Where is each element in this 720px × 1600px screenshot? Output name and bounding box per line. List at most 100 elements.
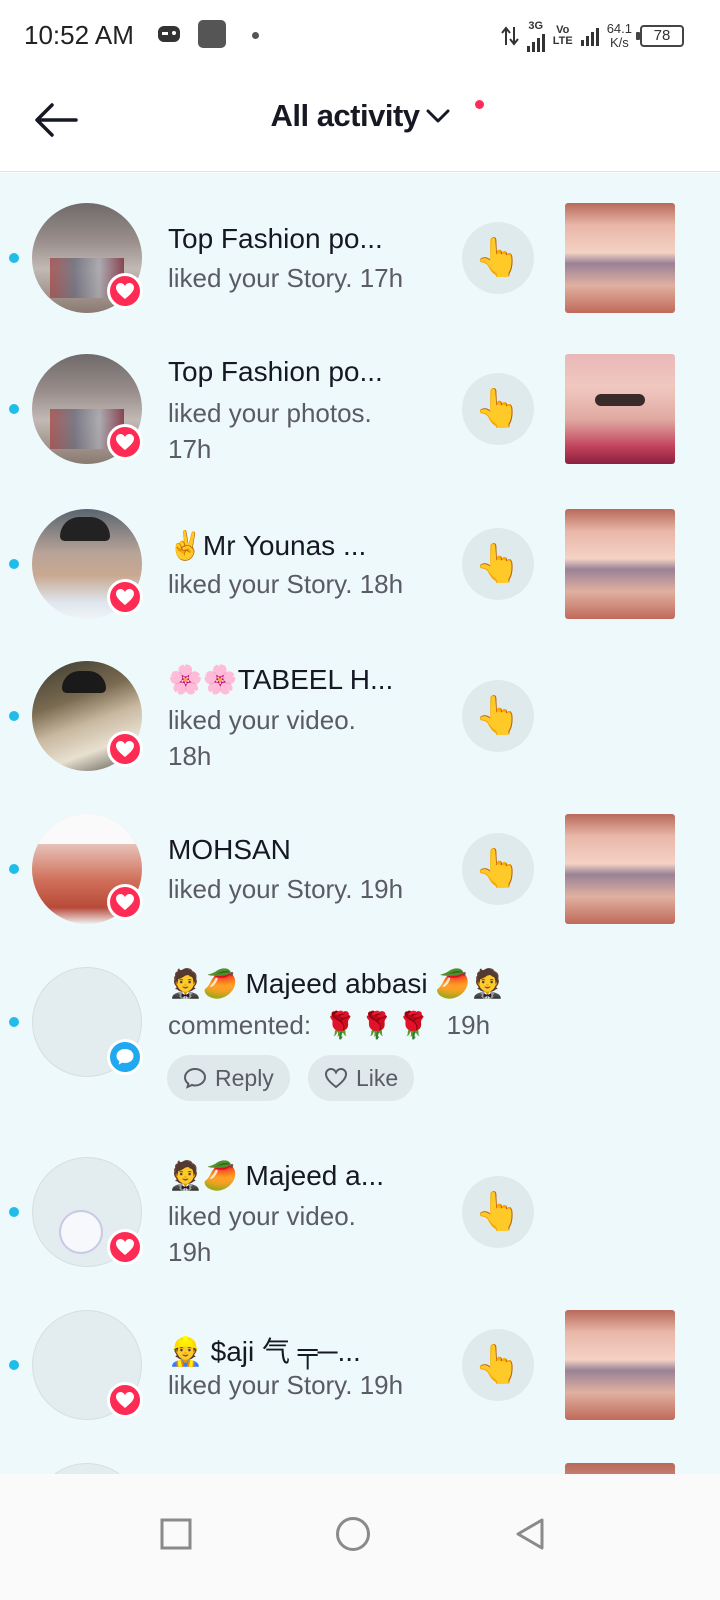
wave-icon: 👆: [474, 695, 522, 737]
wave-button[interactable]: 👆: [462, 1329, 534, 1401]
network-3g-label: 3G: [528, 19, 544, 32]
unread-dot: [9, 559, 19, 569]
reply-icon: [183, 1067, 207, 1089]
data-transfer-icon: [500, 26, 519, 46]
user-name[interactable]: Top Fashion po...: [168, 356, 458, 388]
game-controller-icon: [158, 26, 180, 42]
square-icon: [160, 1518, 192, 1550]
wave-icon: 👆: [474, 388, 522, 430]
wave-icon: 👆: [474, 237, 522, 279]
user-name[interactable]: Top Fashion po...: [168, 223, 458, 255]
like-badge: [107, 424, 143, 460]
activity-time: 17h: [168, 434, 212, 464]
comment-content: 🌹🌹🌹: [324, 1010, 434, 1040]
user-name[interactable]: ✌️Mr Younas ...: [168, 529, 458, 562]
heart-icon: [116, 434, 134, 450]
activity-list[interactable]: Top Fashion po... liked your Story. 17h …: [0, 173, 720, 1503]
page-title: All activity: [270, 98, 420, 133]
recent-apps-button[interactable]: [146, 1504, 206, 1564]
battery-icon: 78: [636, 25, 684, 47]
status-time: 10:52 AM: [24, 20, 134, 50]
activity-time: 18h: [168, 741, 212, 771]
user-name[interactable]: 🤵🥭 Majeed a...: [168, 1159, 458, 1192]
notification-dot-icon: [252, 32, 259, 39]
heart-icon: [116, 589, 134, 605]
new-indicator-dot: [475, 100, 484, 109]
speed-value: 64.1: [606, 21, 632, 36]
user-name[interactable]: 🤵🥭 Majeed abbasi 🥭🤵: [168, 967, 568, 1000]
like-badge: [107, 579, 143, 615]
wave-icon: 👆: [474, 1344, 522, 1386]
activity-text: liked your Story. 17h: [168, 263, 404, 293]
wave-button[interactable]: 👆: [462, 528, 534, 600]
network-speed: 64.1 K/s: [607, 22, 632, 50]
user-name[interactable]: 🌸🌸TABEEL H...: [168, 663, 458, 696]
activity-time: 19h: [168, 1237, 212, 1267]
unread-dot: [9, 1017, 19, 1027]
activity-item[interactable]: 🤵🥭 Majeed a... liked your video. 19h 👆: [0, 1157, 720, 1307]
reply-label: Reply: [215, 1064, 274, 1091]
heart-icon: [116, 894, 134, 910]
activity-text: liked your Story. 19h: [168, 1370, 404, 1400]
comment-icon: [116, 1049, 134, 1065]
story-thumbnail[interactable]: [565, 1310, 675, 1420]
network-volte-label: Vo LTE: [552, 24, 573, 47]
wave-button[interactable]: 👆: [462, 222, 534, 294]
activity-text: liked your Story. 19h: [168, 874, 404, 904]
wave-button[interactable]: 👆: [462, 373, 534, 445]
activity-filter-dropdown[interactable]: All activity: [0, 98, 720, 134]
wave-button[interactable]: 👆: [462, 833, 534, 905]
activity-text: liked your video.: [168, 1201, 356, 1231]
activity-text: liked your photos.: [168, 398, 372, 428]
activity-item-comment[interactable]: 🤵🥭 Majeed abbasi 🥭🤵 commented: 🌹🌹🌹 19h R…: [0, 967, 720, 1117]
signal-icon-2: [580, 26, 599, 46]
activity-item[interactable]: Top Fashion po... liked your photos. 17h…: [0, 354, 720, 504]
unread-dot: [9, 253, 19, 263]
like-comment-button[interactable]: Like: [308, 1055, 415, 1101]
home-button[interactable]: [323, 1504, 383, 1564]
heart-icon: [116, 283, 134, 299]
like-badge: [107, 273, 143, 309]
status-indicators: 3G Vo LTE 64.1 K/s 78: [500, 16, 684, 56]
app-notification-icon: [198, 20, 226, 48]
header: All activity: [0, 72, 720, 172]
speed-unit: K/s: [609, 35, 629, 50]
user-name[interactable]: MOHSAN: [168, 834, 458, 866]
comment-badge: [107, 1039, 143, 1075]
like-badge: [107, 731, 143, 767]
status-bar: 10:52 AM 3G Vo LTE 64.1 K/s 78: [0, 0, 720, 72]
unread-dot: [9, 864, 19, 874]
wave-icon: 👆: [474, 543, 522, 585]
heart-icon: [116, 1239, 134, 1255]
unread-dot: [9, 1207, 19, 1217]
activity-item[interactable]: Top Fashion po... liked your Story. 17h …: [0, 203, 720, 343]
activity-time: 19h: [446, 1010, 491, 1040]
heart-icon: [116, 1392, 134, 1408]
activity-item[interactable]: ✌️Mr Younas ... liked your Story. 18h 👆: [0, 509, 720, 649]
like-badge: [107, 884, 143, 920]
story-thumbnail[interactable]: [565, 814, 675, 924]
photo-thumbnail[interactable]: [565, 354, 675, 464]
activity-item[interactable]: MOHSAN liked your Story. 19h 👆: [0, 814, 720, 954]
system-back-button[interactable]: [500, 1504, 560, 1564]
activity-item[interactable]: 👷 $aji 气 ╤─... liked your Story. 19h 👆: [0, 1310, 720, 1450]
like-label: Like: [356, 1064, 399, 1091]
chevron-down-icon: [426, 109, 450, 123]
comment-prefix: commented:: [168, 1010, 312, 1040]
wave-icon: 👆: [474, 1191, 522, 1233]
like-badge: [107, 1382, 143, 1418]
story-thumbnail[interactable]: [565, 509, 675, 619]
unread-dot: [9, 711, 19, 721]
circle-icon: [336, 1517, 370, 1551]
avatar-loading-ring: [59, 1210, 103, 1254]
user-name[interactable]: 👷 $aji 气 ╤─...: [168, 1330, 458, 1370]
activity-item[interactable]: 🌸🌸TABEEL H... liked your video. 18h 👆: [0, 661, 720, 811]
activity-text: liked your Story. 18h: [168, 569, 404, 599]
wave-button[interactable]: 👆: [462, 680, 534, 752]
triangle-back-icon: [516, 1518, 544, 1550]
reply-button[interactable]: Reply: [167, 1055, 290, 1101]
wave-button[interactable]: 👆: [462, 1176, 534, 1248]
system-nav-bar: [0, 1474, 720, 1600]
story-thumbnail[interactable]: [565, 203, 675, 313]
heart-icon: [116, 741, 134, 757]
